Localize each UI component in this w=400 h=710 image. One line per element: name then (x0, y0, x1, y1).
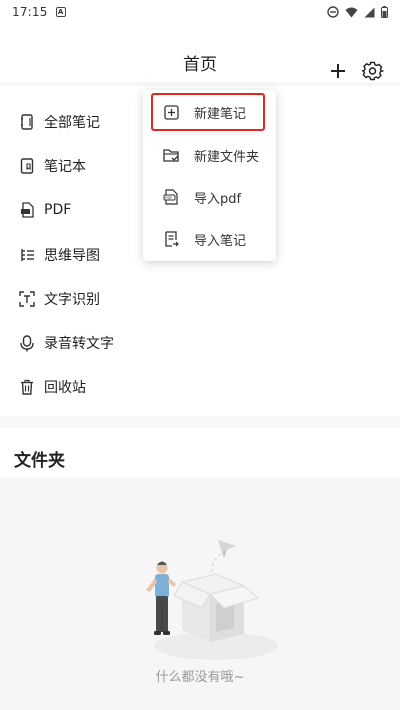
nav-item-label: 文字识别 (44, 292, 100, 308)
nav-item-mindmap[interactable]: 思维导图 (18, 243, 100, 267)
status-time: 17:15 (12, 5, 48, 19)
menu-item-new-folder[interactable]: 新建文件夹 (143, 134, 276, 176)
notebook-icon (18, 113, 36, 131)
empty-state-text: 什么都没有哦~ (155, 670, 245, 685)
import-note-icon (163, 231, 180, 248)
nav-item-pdf[interactable]: PDF (18, 198, 71, 222)
empty-box-illustration (146, 540, 278, 660)
create-popup-menu: 新建笔记 新建文件夹 PDF 导入pdf 导入笔记 (143, 90, 276, 261)
menu-item-new-note[interactable]: 新建笔记 (143, 91, 276, 133)
svg-text:PDF: PDF (165, 196, 172, 200)
menu-item-label: 导入pdf (194, 191, 242, 207)
nav-item-voice-to-text[interactable]: 录音转文字 (18, 331, 114, 355)
microphone-icon (18, 334, 36, 352)
wifi-icon (345, 7, 358, 17)
new-note-icon (163, 104, 180, 121)
mindmap-icon (18, 246, 36, 264)
notification-badge-text: A (57, 8, 64, 16)
gear-icon[interactable] (362, 60, 384, 82)
battery-icon (381, 6, 388, 18)
nav-item-label: 录音转文字 (44, 336, 114, 352)
menu-item-import-note[interactable]: 导入笔记 (143, 218, 276, 260)
ocr-scan-icon (18, 290, 36, 308)
nav-item-notebooks[interactable]: 笔记本 (18, 154, 86, 178)
nav-item-label: PDF (44, 202, 72, 218)
new-folder-icon (163, 147, 180, 164)
folder-section: 文件夹 什么都没有哦~ (0, 428, 400, 710)
nav-item-ocr[interactable]: 文字识别 (18, 287, 100, 311)
pdf-file-icon (18, 201, 36, 219)
nav-item-trash[interactable]: 回收站 (18, 375, 86, 399)
status-bar: 17:15 A (0, 0, 400, 24)
trash-icon (18, 378, 36, 396)
menu-item-label: 导入笔记 (194, 233, 247, 249)
import-pdf-icon: PDF (163, 189, 180, 206)
do-not-disturb-icon (327, 6, 339, 18)
menu-item-label: 新建笔记 (194, 106, 247, 122)
menu-item-label: 新建文件夹 (194, 149, 260, 165)
nav-item-label: 全部笔记 (44, 115, 100, 131)
nav-item-label: 回收站 (44, 380, 86, 396)
notebook-bookmark-icon (18, 157, 36, 175)
notification-icon: A (55, 7, 66, 17)
nav-item-label: 思维导图 (44, 248, 100, 264)
nav-item-all-notes[interactable]: 全部笔记 (18, 110, 100, 134)
signal-icon (364, 7, 375, 17)
app-header: 首页 (0, 24, 400, 82)
menu-item-import-pdf[interactable]: PDF 导入pdf (143, 176, 276, 218)
add-icon[interactable] (328, 61, 348, 81)
empty-state: 什么都没有哦~ (0, 478, 400, 710)
nav-item-label: 笔记本 (44, 159, 86, 175)
folder-section-title: 文件夹 (14, 451, 65, 471)
